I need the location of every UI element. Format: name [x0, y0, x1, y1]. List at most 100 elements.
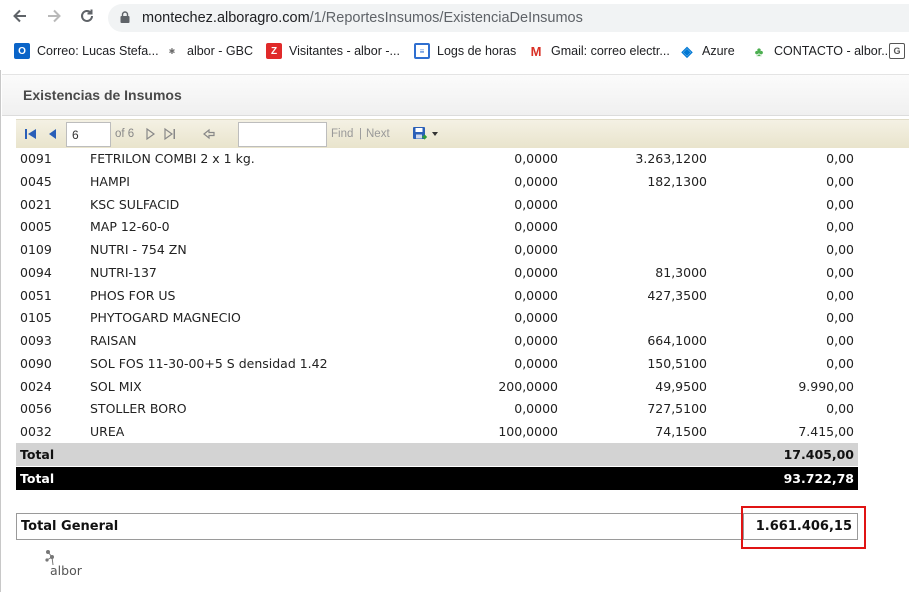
bookmark-azure[interactable]: ◈ Azure	[679, 41, 735, 61]
cell-code: 0105	[20, 310, 52, 326]
report-viewer-toolbar: of 6 Find | Next	[16, 119, 909, 148]
reload-icon[interactable]	[76, 7, 98, 29]
cell-code: 0005	[20, 219, 52, 235]
cell-name: HAMPI	[90, 173, 130, 189]
cell-name: PHOS FOR US	[90, 287, 176, 303]
cell-amount: 0,00	[826, 333, 854, 348]
export-save-icon[interactable]	[412, 126, 428, 142]
table-row: 0051 PHOS FOR US 0,0000 427,3500 0,00	[16, 285, 858, 308]
bookmark-outlook[interactable]: O Correo: Lucas Stefa...	[14, 41, 159, 61]
table-row: 0032 UREA 100,0000 74,1500 7.415,00	[16, 421, 858, 444]
cell-quantity: 0,0000	[514, 242, 558, 257]
cell-code: 0090	[20, 355, 52, 371]
url-host: montechez.alboragro.com	[142, 10, 310, 26]
cell-name: SOL MIX	[90, 378, 142, 394]
bookmark-label: albor - GBC	[187, 44, 253, 58]
albor-icon: ✱	[168, 46, 176, 56]
cell-amount: 0,00	[826, 242, 854, 257]
table-row: 0093 RAISAN 0,0000 664,1000 0,00	[16, 330, 858, 353]
report-title: Existencias de Insumos	[23, 87, 182, 103]
cell-quantity: 0,0000	[514, 287, 558, 303]
find-link[interactable]: Find	[331, 128, 353, 140]
next-page-icon[interactable]	[143, 127, 157, 141]
cell-amount: 0,00	[826, 287, 854, 303]
subtotal-row: Total 17.405,00	[16, 443, 858, 466]
cell-name: STOLLER BORO	[90, 401, 187, 417]
cell-code: 0094	[20, 264, 52, 280]
table-row: 0045 HAMPI 0,0000 182,1300 0,00	[16, 171, 858, 194]
bookmark-logs[interactable]: ≡ Logs de horas	[414, 41, 516, 61]
cell-amount: 0,00	[826, 264, 854, 280]
table-row: 0005 MAP 12-60-0 0,0000 0,00	[16, 216, 858, 239]
page-count-label: of 6	[115, 128, 135, 140]
find-text-input[interactable]	[238, 122, 327, 147]
first-page-icon[interactable]	[24, 127, 38, 141]
back-arrow-icon[interactable]	[9, 7, 31, 29]
table-row: 0105 PHYTOGARD MAGNECIO 0,0000 0,00	[16, 307, 858, 330]
previous-page-icon[interactable]	[46, 127, 60, 141]
bookmark-label: Visitantes - albor -...	[289, 44, 400, 58]
cell-code: 0024	[20, 378, 52, 394]
export-dropdown-chevron-icon[interactable]	[431, 130, 439, 138]
cell-code: 0109	[20, 242, 52, 257]
cell-quantity: 0,0000	[514, 196, 558, 212]
table-row: 0021 KSC SULFACID 0,0000 0,00	[16, 194, 858, 217]
forward-arrow-icon[interactable]	[43, 7, 65, 29]
bookmark-label: Gmail: correo electr...	[551, 44, 670, 58]
bookmark-overflow[interactable]: G	[889, 41, 909, 61]
cell-quantity: 0,0000	[514, 355, 558, 371]
subtotal-value: 17.405,00	[783, 447, 854, 462]
bookmark-label: CONTACTO - albor...	[774, 44, 892, 58]
cell-code: 0032	[20, 424, 52, 439]
cell-name: UREA	[90, 424, 125, 439]
azure-devops-icon: ◈	[681, 42, 693, 59]
bookmark-label: Logs de horas	[437, 44, 517, 58]
last-page-icon[interactable]	[163, 127, 177, 141]
outlook-icon: O	[14, 43, 30, 59]
cell-code: 0021	[20, 196, 52, 212]
lock-icon[interactable]	[120, 11, 130, 23]
total-general-label: Total General	[21, 519, 119, 534]
page-number-input[interactable]	[66, 122, 111, 147]
cell-unit-price: 182,1300	[647, 173, 707, 189]
table-row: 0024 SOL MIX 200,0000 49,9500 9.990,00	[16, 376, 858, 399]
bookmarks-bar: O Correo: Lucas Stefa... ✱ albor - GBC Z…	[0, 38, 909, 64]
bookmark-albor-gbc[interactable]: ✱ albor - GBC	[164, 41, 253, 61]
cell-amount: 0,00	[826, 151, 854, 166]
logs-icon: ≡	[414, 43, 430, 59]
cell-quantity: 100,0000	[498, 424, 558, 439]
table-row: 0091 FETRILON COMBI 2 x 1 kg. 0,0000 3.263,…	[16, 148, 858, 171]
highlight-annotation-box	[741, 506, 866, 549]
cell-name: FETRILON COMBI 2 x 1 kg.	[90, 151, 255, 166]
cell-unit-price: 81,3000	[655, 264, 707, 280]
zoho-icon: Z	[266, 43, 282, 59]
cell-amount: 0,00	[826, 401, 854, 417]
docs-icon: G	[889, 43, 905, 59]
cell-quantity: 200,0000	[498, 378, 558, 394]
cell-quantity: 0,0000	[514, 310, 558, 326]
total-general-box: Total General 1.661.406,15	[16, 513, 858, 540]
cell-code: 0051	[20, 287, 52, 303]
find-next-link[interactable]: Next	[366, 128, 390, 140]
table-row: 0056 STOLLER BORO 0,0000 727,5100 0,00	[16, 398, 858, 421]
cell-code: 0056	[20, 401, 52, 417]
cell-name: KSC SULFACID	[90, 196, 180, 212]
bookmark-contacto[interactable]: ♣ CONTACTO - albor...	[751, 41, 892, 61]
cell-amount: 0,00	[826, 173, 854, 189]
cell-unit-price: 49,9500	[655, 378, 707, 394]
gmail-icon: M	[530, 43, 542, 59]
cell-quantity: 0,0000	[514, 151, 558, 166]
subtotal-label: Total	[20, 447, 55, 462]
cell-code: 0091	[20, 151, 52, 166]
bookmark-gmail[interactable]: M Gmail: correo electr...	[528, 41, 670, 61]
cell-unit-price: 150,5100	[647, 355, 707, 371]
table-row: 0090 SOL FOS 11-30-00+5 S densidad 1.42 0,…	[16, 353, 858, 376]
cell-quantity: 0,0000	[514, 173, 558, 189]
cell-amount: 7.415,00	[798, 424, 854, 439]
address-bar[interactable]: montechez.alboragro.com/1/ReportesInsumo…	[108, 4, 909, 32]
bookmark-visitantes[interactable]: Z Visitantes - albor -...	[266, 41, 400, 61]
back-to-parent-icon[interactable]	[202, 127, 216, 141]
cell-name: NUTRI - 754 ZN	[90, 242, 187, 257]
cell-quantity: 0,0000	[514, 401, 558, 417]
cell-amount: 0,00	[826, 310, 854, 326]
